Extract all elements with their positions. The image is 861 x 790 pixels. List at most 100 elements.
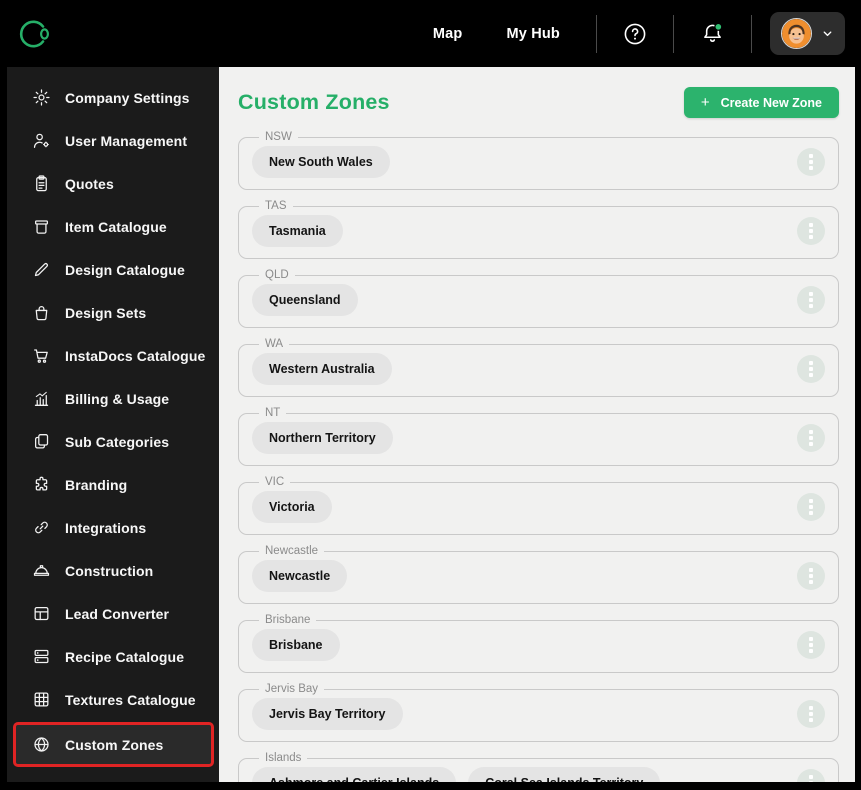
more-options-icon[interactable] — [797, 148, 825, 176]
pages-icon — [32, 432, 51, 451]
sidebar-item-integrations[interactable]: Integrations — [7, 506, 219, 549]
sidebar-item-instadocs-catalogue[interactable]: InstaDocs Catalogue — [7, 334, 219, 377]
zone-body: Jervis Bay Territory — [252, 698, 825, 730]
divider — [673, 14, 674, 53]
zone-body: Western Australia — [252, 353, 825, 385]
bag-icon — [32, 303, 51, 322]
page-title: Custom Zones — [238, 90, 390, 114]
sidebar-item-label: Design Catalogue — [65, 261, 185, 278]
zone-body: Queensland — [252, 284, 825, 316]
puzzle-icon — [32, 475, 51, 494]
sidebar-item-label: Lead Converter — [65, 605, 170, 622]
zone-body: Northern Territory — [252, 422, 825, 454]
sidebar-item-design-sets[interactable]: Design Sets — [7, 291, 219, 334]
bell-icon[interactable] — [688, 21, 737, 46]
zone-chip: Tasmania — [252, 215, 343, 247]
sidebar-item-recipe-catalogue[interactable]: Recipe Catalogue — [7, 635, 219, 678]
zone-name: WA — [265, 338, 284, 350]
sidebar-item-label: Integrations — [65, 519, 147, 536]
link-icon — [32, 518, 51, 537]
zone-card-nsw: NSW New South Wales — [238, 131, 839, 190]
zone-card-islands: Islands Ashmore and Cartier Islands Coral … — [238, 752, 839, 782]
divider — [751, 14, 752, 53]
sidebar-item-label: Recipe Catalogue — [65, 648, 185, 665]
zone-name: Islands — [265, 752, 302, 764]
stack-icon — [32, 647, 51, 666]
pencil-icon — [32, 260, 51, 279]
zone-card-brisbane: Brisbane Brisbane — [238, 614, 839, 673]
zone-body: Ashmore and Cartier Islands Coral Sea Isl… — [252, 767, 825, 782]
zone-card-nt: NT Northern Territory — [238, 407, 839, 466]
more-options-icon[interactable] — [797, 355, 825, 383]
sidebar-item-label: User Management — [65, 132, 188, 149]
sidebar-item-lead-converter[interactable]: Lead Converter — [7, 592, 219, 635]
help-icon[interactable] — [611, 22, 659, 46]
divider — [596, 14, 597, 53]
hardhat-icon — [32, 561, 51, 580]
zone-body: New South Wales — [252, 146, 825, 178]
sidebar-item-label: Design Sets — [65, 304, 147, 321]
gear-icon — [32, 88, 51, 107]
sidebar-item-design-catalogue[interactable]: Design Catalogue — [7, 248, 219, 291]
sidebar: Company Settings User Management Quotes Ite… — [7, 67, 219, 782]
more-options-icon[interactable] — [797, 424, 825, 452]
notification-dot — [714, 22, 723, 31]
app-window: Map My Hub Company Settings User Managem… — [0, 0, 861, 790]
sidebar-item-label: Textures Catalogue — [65, 691, 196, 708]
sidebar-item-textures-catalogue[interactable]: Textures Catalogue — [7, 678, 219, 721]
box-icon — [32, 217, 51, 236]
chevron-down-icon — [821, 27, 834, 40]
zone-chip: New South Wales — [252, 146, 390, 178]
zone-body: Victoria — [252, 491, 825, 523]
create-new-zone-label: Create New Zone — [720, 95, 822, 110]
zone-chip: Coral Sea Islands Territory — [468, 767, 661, 782]
zone-chip: Northern Territory — [252, 422, 393, 454]
more-options-icon[interactable] — [797, 217, 825, 245]
sidebar-item-item-catalogue[interactable]: Item Catalogue — [7, 205, 219, 248]
sidebar-item-user-management[interactable]: User Management — [7, 119, 219, 162]
sidebar-item-label: Branding — [65, 476, 128, 493]
more-options-icon[interactable] — [797, 493, 825, 521]
more-options-icon[interactable] — [797, 700, 825, 728]
sidebar-item-label: Construction — [65, 562, 154, 579]
zone-name: TAS — [265, 200, 287, 212]
grid-icon — [32, 690, 51, 709]
more-options-icon[interactable] — [797, 631, 825, 659]
sidebar-item-custom-zones[interactable]: Custom Zones — [13, 722, 214, 767]
sidebar-item-label: Custom Zones — [65, 736, 164, 753]
sidebar-item-branding[interactable]: Branding — [7, 463, 219, 506]
zone-name: Newcastle — [265, 545, 319, 557]
sidebar-item-label: InstaDocs Catalogue — [65, 347, 206, 364]
zone-name: QLD — [265, 269, 289, 281]
sidebar-item-label: Quotes — [65, 175, 114, 192]
nav-map[interactable]: Map — [411, 26, 485, 42]
zone-name: NSW — [265, 131, 292, 143]
zone-card-newcastle: Newcastle Newcastle — [238, 545, 839, 604]
sidebar-item-construction[interactable]: Construction — [7, 549, 219, 592]
user-menu[interactable] — [770, 12, 845, 55]
create-new-zone-button[interactable]: + Create New Zone — [683, 87, 839, 118]
zone-chip: Newcastle — [252, 560, 348, 592]
zone-name: Brisbane — [265, 614, 311, 626]
plus-icon: + — [700, 94, 710, 111]
zone-card-qld: QLD Queensland — [238, 269, 839, 328]
sidebar-item-quotes[interactable]: Quotes — [7, 162, 219, 205]
more-options-icon[interactable] — [797, 286, 825, 314]
nav-my-hub[interactable]: My Hub — [484, 26, 582, 42]
avatar — [781, 18, 812, 49]
user-gear-icon — [32, 131, 51, 150]
sidebar-item-label: Company Settings — [65, 89, 190, 106]
zone-name: NT — [265, 407, 281, 419]
zone-body: Brisbane — [252, 629, 825, 661]
sidebar-item-sub-categories[interactable]: Sub Categories — [7, 420, 219, 463]
more-options-icon[interactable] — [797, 769, 825, 782]
sidebar-item-company-settings[interactable]: Company Settings — [7, 76, 219, 119]
brand-logo-icon — [14, 15, 52, 53]
zone-chip: Victoria — [252, 491, 332, 523]
sidebar-item-billing-usage[interactable]: Billing & Usage — [7, 377, 219, 420]
zone-chip: Brisbane — [252, 629, 340, 661]
main-header: Custom Zones + Create New Zone — [238, 87, 839, 118]
zone-chip: Western Australia — [252, 353, 392, 385]
zone-name: Jervis Bay — [265, 683, 319, 695]
more-options-icon[interactable] — [797, 562, 825, 590]
